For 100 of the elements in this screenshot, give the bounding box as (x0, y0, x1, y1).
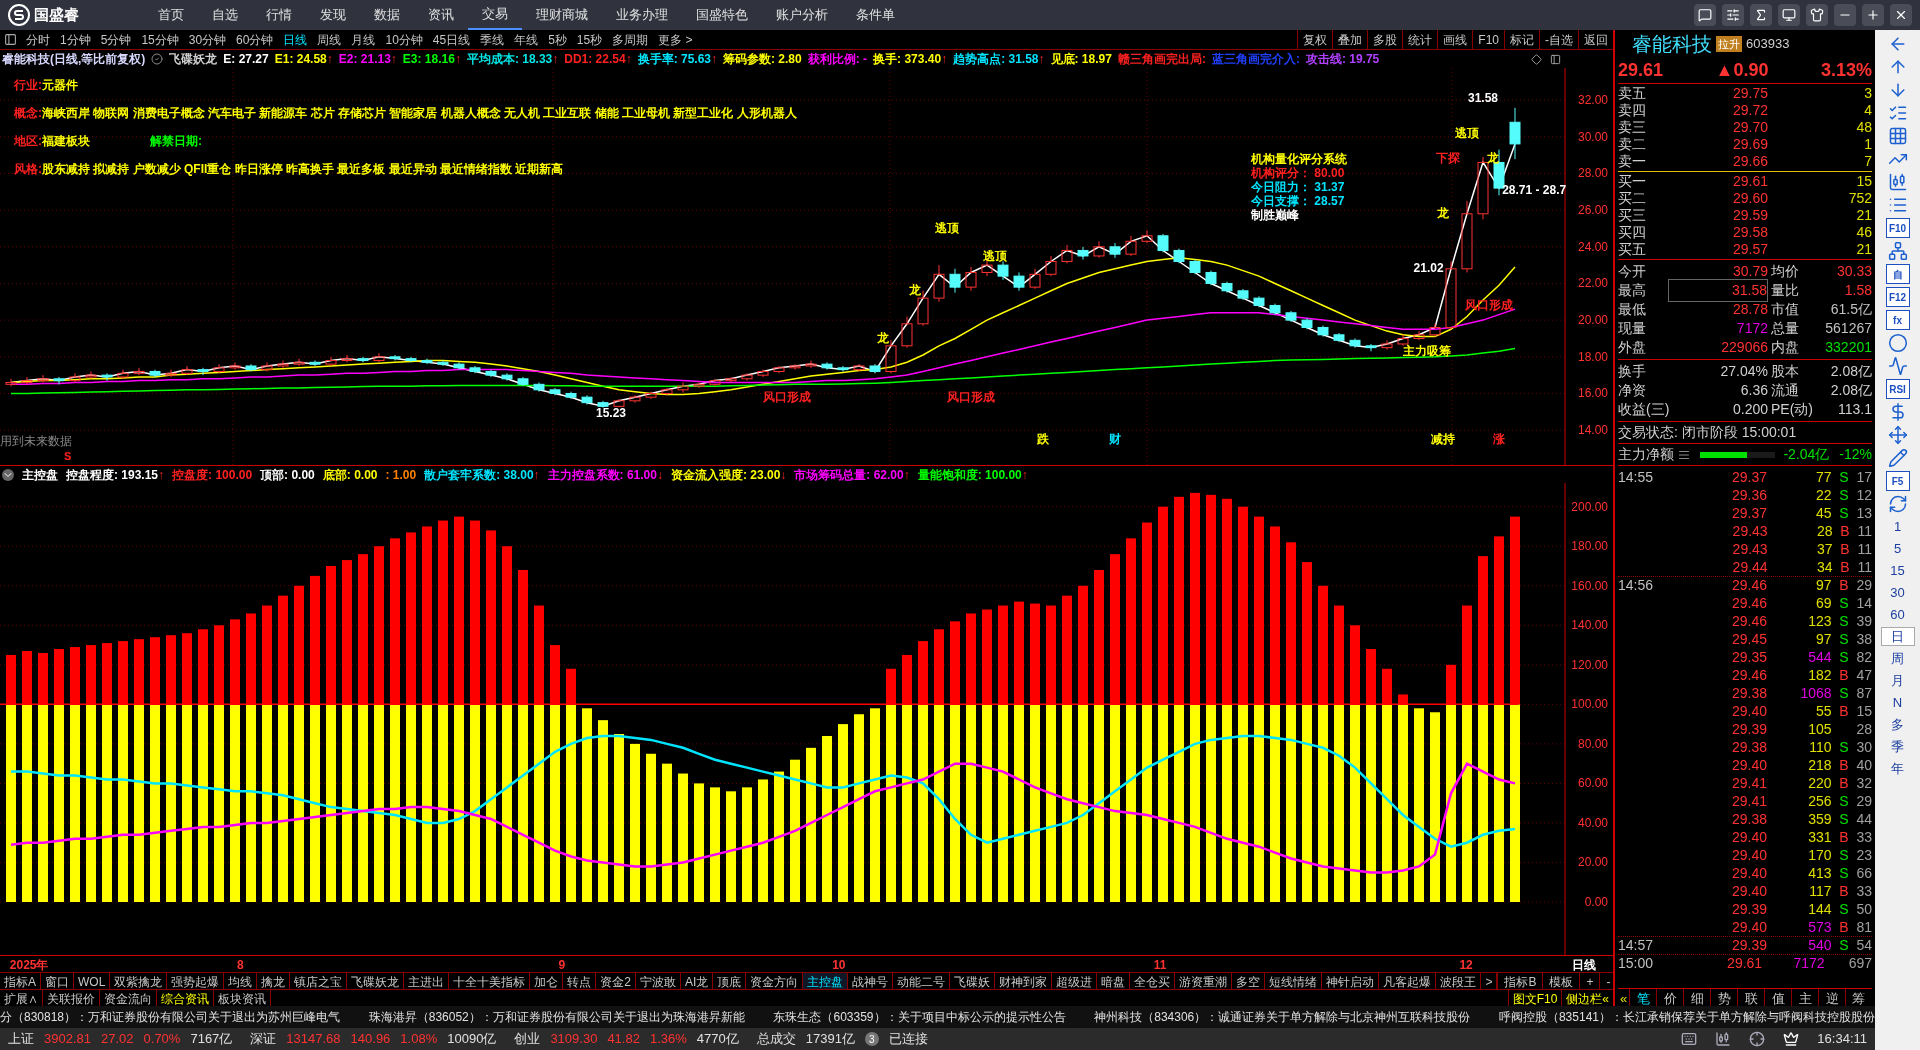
menu-tab[interactable]: 首页 (144, 0, 198, 30)
collapse-button[interactable]: « (1618, 989, 1630, 1006)
period-tab[interactable]: 多周期 (607, 30, 654, 49)
formula-tab[interactable]: 多空 (1232, 973, 1266, 989)
tick-side: S (1839, 846, 1849, 863)
formula-tab[interactable]: 双紫擒龙 (110, 973, 168, 989)
menu-tab[interactable]: 业务办理 (602, 0, 682, 30)
formula-tab[interactable]: 短线情绪 (1265, 973, 1323, 989)
formula-tab[interactable]: 超级进 (1052, 973, 1098, 989)
period-button[interactable]: 5 (1880, 539, 1915, 558)
period-button[interactable]: 月 (1880, 671, 1915, 690)
news-item[interactable]: 神州科技（834306）：诚通证券关于单方解除与北京神州互联科技股份 (1094, 1008, 1471, 1026)
formula-tab[interactable]: 窗口 (41, 973, 74, 989)
chart-tool-button[interactable]: 多股 (1367, 30, 1403, 49)
period-tab[interactable]: 15分钟 (136, 30, 184, 49)
formula-tab[interactable]: 全仓买 (1130, 973, 1176, 989)
menu-tab[interactable]: 行情 (252, 0, 306, 30)
period-tab[interactable]: 月线 (346, 30, 381, 49)
period-button[interactable]: 1 (1880, 517, 1915, 536)
period-tab[interactable]: 1分钟 (55, 30, 96, 49)
formula-tab[interactable]: 转点 (563, 973, 597, 989)
formula-tab[interactable]: 主控盘 (803, 973, 849, 989)
panel-button[interactable]: 指标B (1497, 973, 1543, 989)
menu-tab[interactable]: 交易 (468, 0, 522, 30)
toolbar-button[interactable]: F10 (1885, 218, 1910, 238)
period-button[interactable]: 季 (1880, 737, 1915, 756)
toolbar-button[interactable]: 自 (1885, 264, 1910, 284)
formula-tab[interactable]: 均线 (224, 973, 258, 989)
menu-tab[interactable]: 国盛特色 (682, 0, 762, 30)
news-item[interactable]: 分（830818）：万和证券股份有限公司关于退出为苏州巨峰电气 (0, 1008, 341, 1026)
formula-tab[interactable]: AI龙 (681, 973, 714, 989)
period-tab[interactable]: 10分钟 (380, 30, 428, 49)
period-tab[interactable]: 45日线 (427, 30, 476, 49)
chart-tool-button[interactable]: F10 (1472, 30, 1504, 49)
chart-tool-button[interactable]: 标记 (1504, 30, 1539, 49)
chart-tool-button[interactable]: -自选 (1539, 30, 1578, 49)
formula-tab[interactable]: 飞碟妖 (950, 973, 996, 989)
menu-tab[interactable]: 自选 (198, 0, 252, 30)
formula-tab[interactable]: 宁波敢 (636, 973, 682, 989)
news-item[interactable]: 东珠生态（603359）：关于项目中标公示的提示性公告 (773, 1008, 1066, 1026)
formula-tab[interactable]: 财神到家 (995, 973, 1053, 989)
toolbar-button[interactable]: fx (1885, 310, 1910, 330)
formula-tab[interactable]: 战神号 (848, 973, 894, 989)
menu-tab[interactable]: 条件单 (842, 0, 909, 30)
formula-tab[interactable]: 镇店之宝 (290, 973, 348, 989)
formula-tab[interactable]: 擒龙 (257, 973, 291, 989)
period-button[interactable]: 15 (1880, 561, 1915, 580)
period-button[interactable]: N (1880, 693, 1915, 712)
period-button[interactable]: 日 (1880, 627, 1915, 646)
news-item[interactable]: 珠海港昇（836052）：万和证券股份有限公司关于退出为珠海港昇新能 (368, 1008, 745, 1026)
toolbar-button[interactable]: F12 (1885, 287, 1910, 307)
menu-tab[interactable]: 数据 (360, 0, 414, 30)
formula-tab[interactable]: 主进出 (404, 973, 450, 989)
menu-tab[interactable]: 账户分析 (762, 0, 842, 30)
menu-tab[interactable]: 发现 (306, 0, 360, 30)
formula-tab[interactable]: WOL (74, 973, 111, 989)
formula-tab[interactable]: 动能二号 (893, 973, 951, 989)
menu-tab[interactable]: 资讯 (414, 0, 468, 30)
period-button[interactable]: 多 (1880, 715, 1915, 734)
period-tab[interactable]: 5秒 (543, 30, 572, 49)
formula-tab[interactable]: 飞碟妖龙 (347, 973, 405, 989)
formula-tab[interactable]: 指标A (0, 973, 41, 989)
period-tab[interactable]: 日线 (278, 30, 313, 49)
formula-tab[interactable]: 资金2 (596, 973, 637, 989)
period-button[interactable]: 周 (1880, 649, 1915, 668)
chart-tool-button[interactable]: 返回 (1578, 30, 1613, 49)
formula-tab[interactable]: 神针启动 (1322, 973, 1380, 989)
period-tab[interactable]: 5分钟 (95, 30, 137, 49)
period-button[interactable]: 年 (1880, 759, 1915, 778)
formula-tab[interactable]: 波段王 (1436, 973, 1482, 989)
index-change: 140.96 (350, 1030, 391, 1049)
formula-tab[interactable]: 十全十美指标 (449, 973, 531, 989)
formula-tab[interactable]: > (1481, 973, 1498, 989)
period-tab[interactable]: 60分钟 (231, 30, 279, 49)
formula-tab[interactable]: 强势起爆 (167, 973, 225, 989)
period-tab[interactable]: 年线 (509, 30, 544, 49)
toolbar-button[interactable]: F5 (1885, 471, 1910, 491)
chart-tool-button[interactable]: 统计 (1402, 30, 1438, 49)
news-item[interactable]: 呼阀控股（835141）：长江承销保荐关于单方解除与呼阀科技控股股份 (1498, 1008, 1875, 1026)
period-tab[interactable]: 15秒 (571, 30, 608, 49)
formula-tab[interactable]: 游资重潮 (1175, 973, 1233, 989)
period-tab[interactable]: 季线 (475, 30, 510, 49)
period-button[interactable]: 60 (1880, 605, 1915, 624)
chart-tool-button[interactable]: 叠加 (1332, 30, 1368, 49)
toolbar-button[interactable]: RSI (1885, 379, 1910, 399)
formula-tab[interactable]: 暗盘 (1097, 973, 1131, 989)
panel-button[interactable]: 模板 (1542, 973, 1580, 989)
period-button[interactable]: 30 (1880, 583, 1915, 602)
panel-button[interactable]: - (1599, 973, 1617, 989)
menu-tab[interactable]: 理财商城 (522, 0, 602, 30)
formula-tab[interactable]: 凡客起爆 (1379, 973, 1437, 989)
period-tab[interactable]: 周线 (312, 30, 347, 49)
period-tab[interactable]: 分时 (21, 30, 55, 49)
chart-tool-button[interactable]: 复权 (1297, 30, 1333, 49)
panel-button[interactable]: + (1579, 973, 1600, 989)
period-tab[interactable]: 更多 > (653, 30, 698, 49)
period-tab[interactable]: 30分钟 (183, 30, 232, 49)
formula-tab[interactable]: 加仑 (530, 973, 564, 989)
formula-tab[interactable]: 顶底 (713, 973, 747, 989)
chart-tool-button[interactable]: 画线 (1437, 30, 1473, 49)
